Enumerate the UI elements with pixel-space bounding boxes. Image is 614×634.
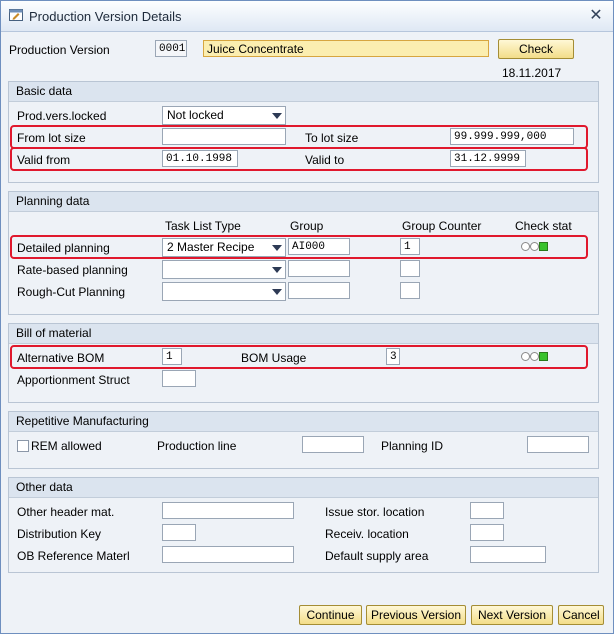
receiv-location-field[interactable] bbox=[470, 524, 504, 541]
other-header-mat-label: Other header mat. bbox=[17, 505, 115, 519]
basic-data-header: Basic data bbox=[9, 82, 598, 102]
production-line-label: Production line bbox=[157, 439, 237, 453]
planning-row-label: Detailed planning bbox=[17, 241, 110, 255]
description-field[interactable]: Juice Concentrate bbox=[203, 40, 489, 57]
valid-from-field[interactable]: 01.10.1998 bbox=[162, 150, 238, 167]
planning-row-label: Rough-Cut Planning bbox=[17, 285, 126, 299]
task-list-type-select[interactable]: 2 Master Recipe bbox=[162, 238, 286, 257]
bom-usage-field[interactable]: 3 bbox=[386, 348, 400, 365]
dropdown-arrow-icon[interactable] bbox=[272, 245, 282, 251]
receiv-location-label: Receiv. location bbox=[325, 527, 409, 541]
title-bar: Production Version Details ✕ bbox=[1, 1, 613, 32]
check-button[interactable]: Check bbox=[498, 39, 574, 59]
next-version-button[interactable]: Next Version bbox=[471, 605, 553, 625]
production-version-field[interactable]: 0001 bbox=[155, 40, 187, 57]
dropdown-arrow-icon[interactable] bbox=[272, 267, 282, 273]
group-counter-field[interactable]: 1 bbox=[400, 238, 420, 255]
alternative-bom-field[interactable]: 1 bbox=[162, 348, 182, 365]
rem-allowed-label: REM allowed bbox=[31, 439, 102, 453]
default-supply-area-label: Default supply area bbox=[325, 549, 429, 563]
from-lot-size-label: From lot size bbox=[17, 131, 86, 145]
col-group: Group bbox=[290, 219, 324, 233]
cancel-button[interactable]: Cancel bbox=[558, 605, 604, 625]
planning-id-field[interactable] bbox=[527, 436, 589, 453]
production-line-field[interactable] bbox=[302, 436, 364, 453]
col-task-list-type: Task List Type bbox=[165, 219, 241, 233]
planning-row-label: Rate-based planning bbox=[17, 263, 128, 277]
other-data-header: Other data bbox=[9, 478, 598, 498]
group-field[interactable] bbox=[288, 282, 350, 299]
planning-data-header: Planning data bbox=[9, 192, 598, 212]
distribution-key-field[interactable] bbox=[162, 524, 196, 541]
check-status-icon bbox=[521, 242, 551, 252]
group-field[interactable] bbox=[288, 260, 350, 277]
production-version-label: Production Version bbox=[9, 43, 110, 57]
ob-reference-label: OB Reference Materl bbox=[17, 549, 130, 563]
valid-to-label: Valid to bbox=[305, 153, 345, 167]
group-counter-field[interactable] bbox=[400, 282, 420, 299]
previous-version-button[interactable]: Previous Version bbox=[366, 605, 466, 625]
task-list-type-select[interactable] bbox=[162, 260, 286, 279]
bom-check-status-icon bbox=[521, 352, 551, 362]
default-supply-area-field[interactable] bbox=[470, 546, 546, 563]
prod-vers-locked-label: Prod.vers.locked bbox=[17, 109, 107, 123]
group-field[interactable]: AI000 bbox=[288, 238, 350, 255]
to-lot-size-field[interactable]: 99.999.999,000 bbox=[450, 128, 574, 145]
ob-reference-field[interactable] bbox=[162, 546, 294, 563]
apportionment-field[interactable] bbox=[162, 370, 196, 387]
issue-stor-location-label: Issue stor. location bbox=[325, 505, 425, 519]
dropdown-arrow-icon[interactable] bbox=[272, 113, 282, 119]
task-list-type-select[interactable] bbox=[162, 282, 286, 301]
planning-id-label: Planning ID bbox=[381, 439, 444, 453]
bom-usage-label: BOM Usage bbox=[241, 351, 307, 365]
issue-stor-location-field[interactable] bbox=[470, 502, 504, 519]
valid-to-field[interactable]: 31.12.9999 bbox=[450, 150, 526, 167]
valid-from-label: Valid from bbox=[17, 153, 71, 167]
close-icon[interactable]: ✕ bbox=[588, 8, 604, 24]
prod-vers-locked-select[interactable]: Not locked bbox=[162, 106, 286, 125]
from-lot-size-field[interactable] bbox=[162, 128, 286, 145]
bom-header: Bill of material bbox=[9, 324, 598, 344]
other-header-mat-field[interactable] bbox=[162, 502, 294, 519]
alternative-bom-label: Alternative BOM bbox=[17, 351, 105, 365]
dropdown-arrow-icon[interactable] bbox=[272, 289, 282, 295]
rem-allowed-checkbox[interactable] bbox=[17, 440, 29, 452]
apportionment-label: Apportionment Struct bbox=[17, 373, 130, 387]
group-counter-field[interactable] bbox=[400, 260, 420, 277]
window-title: Production Version Details bbox=[29, 9, 182, 24]
edit-window-icon bbox=[9, 9, 23, 21]
rem-header: Repetitive Manufacturing bbox=[9, 412, 598, 432]
col-check-stat: Check stat bbox=[515, 219, 572, 233]
header-date: 18.11.2017 bbox=[502, 66, 562, 80]
col-group-counter: Group Counter bbox=[402, 219, 482, 233]
continue-button[interactable]: Continue bbox=[299, 605, 362, 625]
production-version-dialog: Production Version Details ✕ Production … bbox=[0, 0, 614, 634]
to-lot-size-label: To lot size bbox=[305, 131, 359, 145]
distribution-key-label: Distribution Key bbox=[17, 527, 102, 541]
